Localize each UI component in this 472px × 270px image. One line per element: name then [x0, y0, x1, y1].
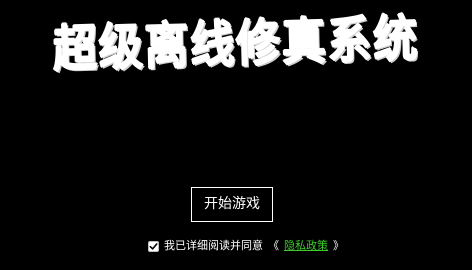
start-game-button[interactable]: 开始游戏 — [191, 187, 273, 222]
open-bracket: 《 — [268, 239, 279, 252]
privacy-policy-link[interactable]: 隐私政策 — [284, 239, 328, 253]
agreement-text: 我已详细阅读并同意 — [164, 239, 263, 252]
agreement-checkbox[interactable] — [148, 240, 159, 252]
game-title: 超级离线修真系统 — [52, 9, 420, 79]
checkmark-icon — [149, 242, 158, 250]
agreement-row: 我已详细阅读并同意 《 隐私政策 》 — [148, 239, 344, 253]
close-bracket: 》 — [333, 239, 344, 252]
